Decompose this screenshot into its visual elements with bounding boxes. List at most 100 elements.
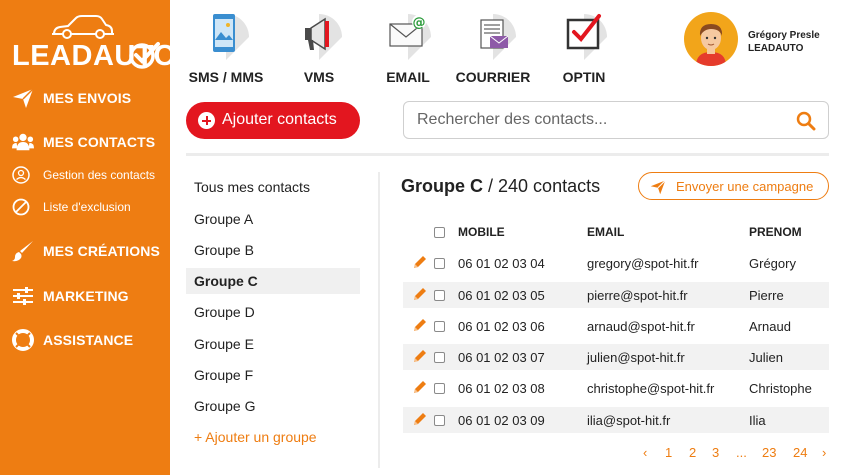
nav-mes-envois[interactable]: MES ENVOIS — [0, 81, 170, 115]
channel-sms-mms[interactable]: SMS / MMS — [186, 10, 266, 88]
user-profile[interactable]: Grégory Presle LEADAUTO — [684, 12, 844, 68]
group-title: Groupe C / 240 contacts — [401, 176, 600, 197]
channel-email[interactable]: @ EMAIL — [368, 10, 448, 88]
channel-vms[interactable]: VMS — [279, 10, 359, 88]
column-header-prenom[interactable]: PRENOM — [749, 225, 802, 239]
pagination-page[interactable]: 24 — [793, 445, 807, 460]
cell-prenom: Julien — [749, 350, 783, 365]
table-row[interactable]: 06 01 02 03 08 christophe@spot-hit.fr Ch… — [403, 375, 829, 401]
group-item[interactable]: Tous mes contacts — [186, 174, 360, 200]
cell-email: pierre@spot-hit.fr — [587, 288, 688, 303]
cell-prenom: Ilia — [749, 413, 766, 428]
channel-label: EMAIL — [386, 69, 430, 85]
add-contacts-button[interactable]: Ajouter contacts — [186, 102, 360, 139]
pencil-icon[interactable] — [412, 349, 427, 364]
nav-mes-contacts[interactable]: MES CONTACTS — [0, 125, 170, 159]
checkbox-icon — [557, 10, 611, 64]
divider — [378, 172, 380, 468]
search-icon[interactable] — [796, 111, 816, 131]
table-row[interactable]: 06 01 02 03 05 pierre@spot-hit.fr Pierre — [403, 282, 829, 308]
select-all-checkbox[interactable] — [434, 227, 445, 238]
row-checkbox[interactable] — [434, 321, 445, 332]
row-checkbox[interactable] — [434, 352, 445, 363]
channel-label: VMS — [303, 69, 335, 85]
channel-optin[interactable]: OPTIN — [544, 10, 624, 88]
group-item[interactable]: Groupe F — [186, 362, 360, 388]
nav-marketing[interactable]: MARKETING — [0, 279, 170, 313]
pagination-prev[interactable]: ‹ — [643, 445, 647, 460]
row-checkbox[interactable] — [434, 383, 445, 394]
group-item[interactable]: Groupe G — [186, 393, 360, 419]
pagination-page[interactable]: 23 — [762, 445, 776, 460]
user-company: LEADAUTO — [748, 43, 804, 54]
channel-label: OPTIN — [562, 69, 606, 85]
car-icon — [52, 15, 114, 39]
pencil-icon[interactable] — [412, 318, 427, 333]
pagination-ellipsis: ... — [736, 445, 747, 460]
check-circle-icon — [129, 42, 160, 69]
group-name: Groupe C — [401, 176, 484, 196]
table-row[interactable]: 06 01 02 03 07 julien@spot-hit.fr Julien — [403, 344, 829, 370]
megaphone-icon — [292, 10, 346, 64]
pagination-page[interactable]: 2 — [689, 445, 696, 460]
divider — [186, 153, 829, 156]
cell-email: christophe@spot-hit.fr — [587, 381, 715, 396]
letter-icon — [466, 10, 520, 64]
pencil-icon[interactable] — [412, 380, 427, 395]
row-checkbox[interactable] — [434, 258, 445, 269]
row-checkbox[interactable] — [434, 290, 445, 301]
plus-circle-icon — [198, 112, 215, 129]
row-checkbox[interactable] — [434, 415, 445, 426]
search-input[interactable] — [417, 110, 777, 130]
table-row[interactable]: 06 01 02 03 06 arnaud@spot-hit.fr Arnaud — [403, 313, 829, 339]
users-icon — [12, 131, 34, 153]
channel-label: COURRIER — [455, 69, 531, 85]
subnav-label: Liste d'exclusion — [43, 200, 131, 214]
phone-image-icon — [199, 10, 253, 64]
paper-plane-icon — [650, 179, 666, 195]
contact-search[interactable] — [403, 101, 829, 139]
subnav-label: Gestion des contacts — [43, 168, 156, 182]
group-item[interactable]: Groupe A — [186, 206, 360, 232]
channel-courrier[interactable]: COURRIER — [453, 10, 533, 88]
pagination-page[interactable]: 3 — [712, 445, 719, 460]
table-row[interactable]: 06 01 02 03 04 gregory@spot-hit.fr Grégo… — [403, 250, 829, 276]
column-header-email[interactable]: EMAIL — [587, 225, 624, 239]
svg-text:@: @ — [413, 16, 426, 31]
pagination-page[interactable]: 1 — [665, 445, 672, 460]
nav-label: MES CRÉATIONS — [43, 243, 160, 259]
user-circle-icon — [12, 166, 30, 184]
cell-prenom: Pierre — [749, 288, 784, 303]
ban-icon — [12, 198, 30, 216]
pencil-icon[interactable] — [412, 287, 427, 302]
group-item[interactable]: Groupe D — [186, 299, 360, 325]
envelope-at-icon: @ — [381, 10, 435, 64]
cell-mobile: 06 01 02 03 09 — [458, 413, 545, 428]
nav-gestion-des-contacts[interactable]: Gestion des contacts — [0, 163, 170, 187]
column-header-mobile[interactable]: MOBILE — [458, 225, 505, 239]
pencil-icon[interactable] — [412, 412, 427, 427]
nav-liste-exclusion[interactable]: Liste d'exclusion — [0, 195, 170, 219]
paper-plane-icon — [12, 87, 34, 109]
add-group-link[interactable]: + Ajouter un groupe — [194, 429, 317, 445]
cell-email: julien@spot-hit.fr — [587, 350, 685, 365]
send-campaign-button[interactable]: Envoyer une campagne — [638, 172, 829, 200]
group-item[interactable]: Groupe E — [186, 331, 360, 357]
nav-mes-creations[interactable]: MES CRÉATIONS — [0, 234, 170, 268]
group-item[interactable]: Groupe B — [186, 237, 360, 263]
user-name: Grégory Presle — [748, 30, 820, 41]
sidebar: LEADAUTO MES ENVOIS MES CONTACTS Gestion… — [0, 0, 176, 475]
nav-assistance[interactable]: ASSISTANCE — [0, 323, 170, 357]
table-row[interactable]: 06 01 02 03 09 ilia@spot-hit.fr Ilia — [403, 407, 829, 433]
group-count: / 240 contacts — [483, 176, 601, 196]
cell-mobile: 06 01 02 03 06 — [458, 319, 545, 334]
cell-email: arnaud@spot-hit.fr — [587, 319, 695, 334]
pencil-icon[interactable] — [412, 255, 427, 270]
cell-email: ilia@spot-hit.fr — [587, 413, 671, 428]
leadauto-logo[interactable]: LEADAUTO — [10, 14, 176, 72]
brush-icon — [12, 240, 34, 262]
cell-mobile: 06 01 02 03 08 — [458, 381, 545, 396]
channel-label: SMS / MMS — [188, 69, 264, 85]
group-item-active[interactable]: Groupe C — [186, 268, 360, 294]
pagination-next[interactable]: › — [822, 445, 826, 460]
